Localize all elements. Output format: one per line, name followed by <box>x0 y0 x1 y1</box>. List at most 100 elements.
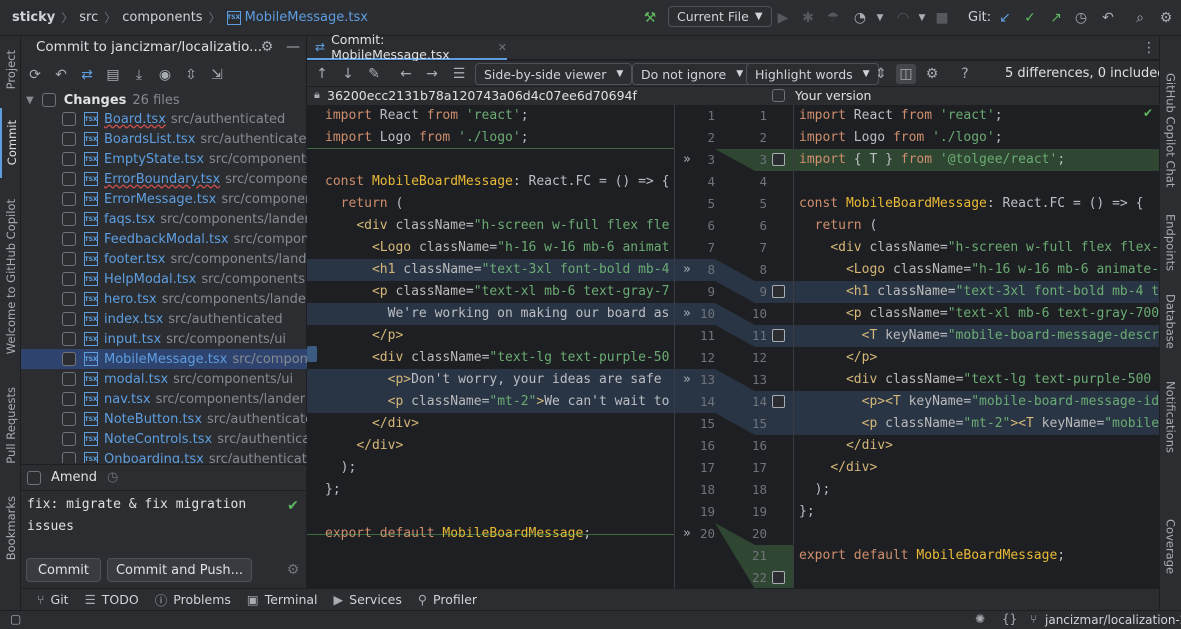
tool-tab-endpoints[interactable]: Endpoints <box>1160 208 1181 278</box>
collapse-unchanged-icon[interactable]: ⇕ <box>871 64 891 84</box>
refresh-icon[interactable]: ⟳ <box>25 65 45 85</box>
breadcrumb-src[interactable]: src <box>79 10 98 25</box>
file-row[interactable]: TSX hero.tsx src/components/lander <box>21 289 307 309</box>
viewer-mode-dropdown[interactable]: Side-by-side viewer ▼ <box>475 63 633 85</box>
file-checkbox[interactable] <box>62 452 76 463</box>
apply-change-icon[interactable]: » <box>683 526 691 541</box>
apply-change-icon[interactable]: » <box>683 152 691 167</box>
changes-group-row[interactable]: ▼ Changes 26 files <box>21 90 307 110</box>
tool-tab-copilot[interactable]: Welcome to GitHub Copilot <box>0 192 21 362</box>
coverage-icon[interactable]: ☂ <box>823 8 843 28</box>
apply-change-icon[interactable]: » <box>683 306 691 321</box>
chevron-down-icon[interactable]: ▼ <box>870 8 890 28</box>
code-icon[interactable]: {} <box>1002 612 1017 626</box>
clock-icon[interactable]: ◷ <box>107 470 118 485</box>
push-icon[interactable]: ↗ <box>1046 8 1066 28</box>
file-checkbox[interactable] <box>62 112 76 126</box>
file-row[interactable]: TSX ErrorMessage.tsxsrc/components <box>21 189 307 209</box>
hammer-icon[interactable]: ⚒ <box>640 8 660 28</box>
file-row[interactable]: TSX ErrorBoundary.tsxsrc/components <box>21 169 307 189</box>
file-checkbox[interactable] <box>62 332 76 346</box>
tool-tab-bookmarks[interactable]: Bookmarks <box>0 488 21 568</box>
file-row[interactable]: TSX NoteButton.tsxsrc/authenticated/ <box>21 409 307 429</box>
file-row[interactable]: TSX MobileMessage.tsxsrc/components <box>21 349 307 369</box>
commit-button[interactable]: Commit <box>26 558 101 582</box>
file-checkbox[interactable] <box>62 252 76 266</box>
gear-icon[interactable]: ⚙ <box>922 64 942 84</box>
tool-tab-project[interactable]: Project <box>0 40 21 100</box>
include-change-checkbox[interactable] <box>772 285 785 298</box>
tool-tab-notifications[interactable]: Notifications <box>1160 372 1181 462</box>
debug-icon[interactable]: ✱ <box>798 8 818 28</box>
stop-icon[interactable]: ■ <box>932 8 952 28</box>
gear-icon[interactable]: ⚙ <box>283 560 303 580</box>
file-checkbox[interactable] <box>62 392 76 406</box>
apply-change-icon[interactable]: » <box>683 262 691 277</box>
include-change-checkbox[interactable] <box>772 571 785 584</box>
include-change-checkbox[interactable] <box>772 329 785 342</box>
file-row[interactable]: TSX Board.tsx src/authenticated <box>21 109 307 129</box>
edit-icon[interactable]: ✎ <box>364 64 384 84</box>
amend-row[interactable]: Amend ◷ <box>27 470 118 485</box>
file-row[interactable]: TSX EmptyState.tsx src/components <box>21 149 307 169</box>
whitespace-dropdown[interactable]: Do not ignore ▼ <box>632 63 753 85</box>
file-row[interactable]: TSX nav.tsx src/components/lander <box>21 389 307 409</box>
list-icon[interactable]: ☰ <box>449 64 469 84</box>
attach-icon[interactable]: ◠ <box>893 8 913 28</box>
file-checkbox[interactable] <box>62 432 76 446</box>
tool-tab-coverage[interactable]: Coverage <box>1160 512 1181 582</box>
tool-tab-todo[interactable]: ☰ TODO <box>85 592 139 607</box>
file-row[interactable]: TSX NoteControls.tsxsrc/authenticated <box>21 429 307 449</box>
sync-icon[interactable]: ✺ <box>975 612 985 626</box>
include-change-checkbox[interactable] <box>772 395 785 408</box>
commit-and-push-button[interactable]: Commit and Push... <box>107 558 252 582</box>
commit-message-field[interactable]: fix: migrate & fix migration issues <box>27 494 275 538</box>
sync-scroll-icon[interactable]: ◫ <box>896 64 916 84</box>
run-config-dropdown[interactable]: Current File ▼ <box>668 6 772 27</box>
breadcrumb-project[interactable]: sticky <box>12 10 55 25</box>
minimize-icon[interactable]: — <box>283 37 303 57</box>
chevron-down-icon[interactable]: ▼ <box>26 95 34 106</box>
file-row[interactable]: TSX input.tsx src/components/ui <box>21 329 307 349</box>
file-row[interactable]: TSX BoardsList.tsx src/authenticated <box>21 129 307 149</box>
branch-name[interactable]: jancizmar/localization-2 <box>1045 613 1181 627</box>
file-checkbox[interactable] <box>62 212 76 226</box>
tool-tab-database[interactable]: Database <box>1160 286 1181 356</box>
expand-all-icon[interactable]: ⇳ <box>181 65 201 85</box>
help-icon[interactable]: ? <box>955 64 975 84</box>
more-icon[interactable]: ⋮ <box>1139 38 1159 58</box>
run-icon[interactable]: ▶ <box>773 8 793 28</box>
file-checkbox[interactable] <box>62 372 76 386</box>
apply-change-icon[interactable]: » <box>683 372 691 387</box>
update-icon[interactable]: ↙ <box>995 8 1015 28</box>
arrow-up-icon[interactable]: ↑ <box>312 64 332 84</box>
select-all-checkbox[interactable] <box>772 89 785 102</box>
breadcrumb-components[interactable]: components <box>122 10 202 25</box>
tool-tab-services[interactable]: ▶ Services <box>334 592 402 607</box>
tool-tab-copilot-chat[interactable]: GitHub Copilot Chat <box>1160 60 1181 200</box>
amend-checkbox[interactable] <box>27 470 41 485</box>
file-checkbox[interactable] <box>62 292 76 306</box>
show-diff-icon[interactable]: ⇄ <box>77 65 97 85</box>
search-icon[interactable]: ⌕ <box>1130 8 1150 28</box>
tool-tab-profiler[interactable]: ⚲ Profiler <box>418 592 477 607</box>
tool-tab-pull-requests[interactable]: Pull Requests <box>0 380 21 470</box>
right-code-pane[interactable]: import React from 'react'; import Logo fr… <box>794 105 1159 588</box>
chevron-down-icon[interactable]: ▼ <box>912 8 932 28</box>
file-checkbox[interactable] <box>62 152 76 166</box>
left-code-pane[interactable]: import React from 'react'; import Logo fr… <box>307 105 674 588</box>
shelve-icon[interactable]: ⤓ <box>129 65 149 85</box>
tool-tab-commit[interactable]: Commit <box>0 108 21 178</box>
gear-icon[interactable]: ⚙ <box>1156 8 1176 28</box>
file-checkbox[interactable] <box>62 192 76 206</box>
arrow-left-icon[interactable]: ← <box>396 64 416 84</box>
file-row[interactable]: TSX modal.tsx src/components/ui <box>21 369 307 389</box>
file-checkbox[interactable] <box>62 412 76 426</box>
changes-checkbox[interactable] <box>41 93 56 107</box>
editor-tab[interactable]: ⇄ Commit: MobileMessage.tsx ✕ <box>307 32 507 62</box>
tool-tab-git[interactable]: ⑂ Git <box>37 592 69 607</box>
file-checkbox[interactable] <box>62 232 76 246</box>
arrow-down-icon[interactable]: ↓ <box>338 64 358 84</box>
left-scrollbar[interactable] <box>307 105 317 565</box>
file-row[interactable]: TSX FeedbackModal.tsxsrc/components <box>21 229 307 249</box>
